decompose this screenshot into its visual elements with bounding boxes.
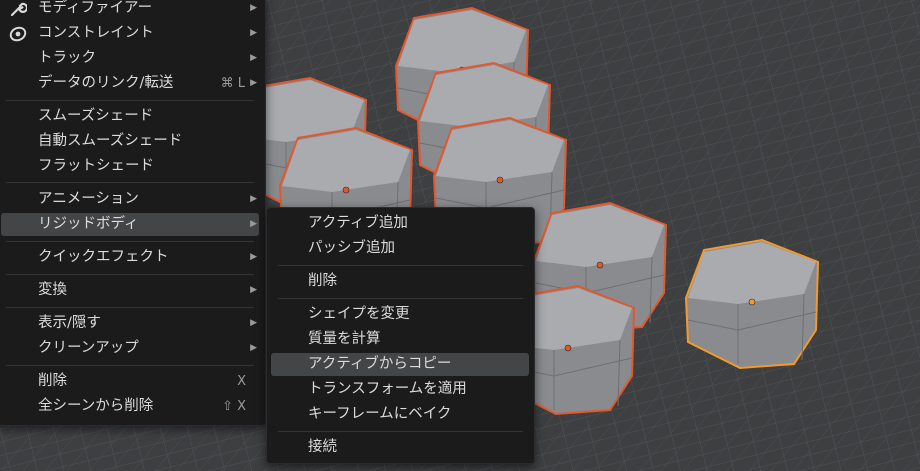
menu-separator: [6, 307, 254, 308]
menu-item-label: クイックエフェクト: [38, 249, 169, 265]
menu-separator: [278, 265, 523, 266]
menu-item-bake-to-keyframes[interactable]: キーフレームにベイク: [267, 403, 534, 426]
shortcut-label: X: [237, 374, 246, 389]
menu-item-label: コンストレイント: [38, 25, 154, 41]
submenu-arrow-icon: ▶: [250, 343, 257, 353]
object-origin-dot: [748, 298, 756, 306]
menu-item-apply-transformation[interactable]: トランスフォームを適用: [267, 378, 534, 401]
menu-item-modifiers[interactable]: モディファイアー ▶: [0, 0, 265, 20]
menu-item-show-hide[interactable]: 表示/隠す ▶: [0, 312, 265, 335]
menu-separator: [6, 274, 254, 275]
menu-item-link-transfer-data[interactable]: データのリンク/転送 ⌘ L ▶: [0, 72, 265, 95]
menu-item-constraints[interactable]: コンストレイント ▶: [0, 22, 265, 45]
menu-separator: [6, 241, 254, 242]
menu-item-calculate-mass[interactable]: 質量を計算: [267, 328, 534, 351]
menu-item-label: クリーンアップ: [38, 340, 139, 356]
submenu-arrow-icon: ▶: [250, 3, 257, 13]
menu-item-track[interactable]: トラック ▶: [0, 47, 265, 70]
menu-separator: [278, 298, 523, 299]
menu-item-label: パッシブ追加: [308, 240, 395, 256]
menu-separator: [6, 100, 254, 101]
submenu-arrow-icon: ▶: [250, 194, 257, 204]
menu-item-label: データのリンク/転送: [38, 75, 174, 91]
menu-item-label: 全シーンから削除: [38, 398, 154, 414]
wrench-icon: [10, 2, 27, 17]
rigid-body-submenu: アクティブ追加 パッシブ追加 削除 シェイプを変更 質量を計算 アクティブからコ…: [266, 207, 535, 464]
submenu-arrow-icon: ▶: [250, 318, 257, 328]
menu-item-label: トランスフォームを適用: [308, 381, 467, 397]
menu-item-label: 削除: [308, 273, 337, 289]
menu-item-label: キーフレームにベイク: [308, 406, 452, 422]
submenu-arrow-icon: ▶: [250, 28, 257, 38]
menu-item-label: アクティブ追加: [308, 215, 408, 231]
menu-item-clean-up[interactable]: クリーンアップ ▶: [0, 337, 265, 360]
menu-item-shade-flat[interactable]: フラットシェード: [0, 155, 265, 178]
menu-item-label: 表示/隠す: [38, 315, 101, 331]
menu-item-shade-smooth[interactable]: スムーズシェード: [0, 105, 265, 128]
menu-item-label: 接続: [308, 439, 337, 455]
menu-item-copy-from-active[interactable]: アクティブからコピー: [271, 353, 529, 376]
menu-item-add-active[interactable]: アクティブ追加: [267, 212, 534, 235]
menu-item-quick-effects[interactable]: クイックエフェクト ▶: [0, 246, 265, 269]
active-object-hex-prism[interactable]: [684, 238, 820, 370]
object-origin-dot: [342, 186, 350, 194]
menu-item-label: 変換: [38, 282, 67, 298]
menu-item-delete[interactable]: 削除 X: [0, 370, 265, 393]
menu-item-label: リジッドボディ: [38, 216, 139, 232]
menu-separator: [6, 182, 254, 183]
menu-item-change-shape[interactable]: シェイプを変更: [267, 303, 534, 326]
menu-item-convert[interactable]: 変換 ▶: [0, 279, 265, 302]
submenu-arrow-icon: ▶: [250, 285, 257, 295]
menu-item-shade-auto-smooth[interactable]: 自動スムーズシェード: [0, 130, 265, 153]
menu-item-label: 自動スムーズシェード: [38, 133, 183, 149]
menu-separator: [278, 431, 523, 432]
menu-item-label: スムーズシェード: [38, 108, 154, 124]
menu-item-label: アクティブからコピー: [308, 356, 452, 372]
menu-item-add-passive[interactable]: パッシブ追加: [267, 237, 534, 260]
menu-item-label: モディファイアー: [38, 0, 153, 16]
menu-item-label: トラック: [38, 50, 96, 66]
object-origin-dot: [564, 344, 572, 352]
object-origin-dot: [596, 261, 604, 269]
menu-item-delete-globally[interactable]: 全シーンから削除 ⇧ X: [0, 395, 265, 418]
menu-item-label: 削除: [38, 373, 67, 389]
submenu-arrow-icon: ▶: [250, 252, 257, 262]
menu-item-animation[interactable]: アニメーション ▶: [0, 188, 265, 211]
menu-item-connect[interactable]: 接続: [267, 436, 534, 459]
submenu-arrow-icon: ▶: [250, 78, 257, 88]
shortcut-label: ⌘ L: [220, 76, 245, 91]
submenu-arrow-icon: ▶: [250, 53, 257, 63]
menu-item-rigid-body[interactable]: リジッドボディ ▶: [1, 213, 259, 236]
constraint-icon: [9, 26, 27, 42]
submenu-arrow-icon: ▶: [250, 219, 257, 229]
menu-item-label: アニメーション: [38, 191, 139, 207]
menu-separator: [6, 365, 254, 366]
menu-item-label: シェイプを変更: [308, 306, 410, 322]
menu-item-label: 質量を計算: [308, 331, 381, 347]
object-origin-dot: [496, 176, 504, 184]
shortcut-label: ⇧ X: [222, 399, 246, 414]
menu-item-remove[interactable]: 削除: [267, 270, 534, 293]
object-context-menu: モディファイアー ▶ コンストレイント ▶ トラック ▶ データのリンク/転送 …: [0, 0, 266, 426]
menu-item-label: フラットシェード: [38, 158, 154, 174]
